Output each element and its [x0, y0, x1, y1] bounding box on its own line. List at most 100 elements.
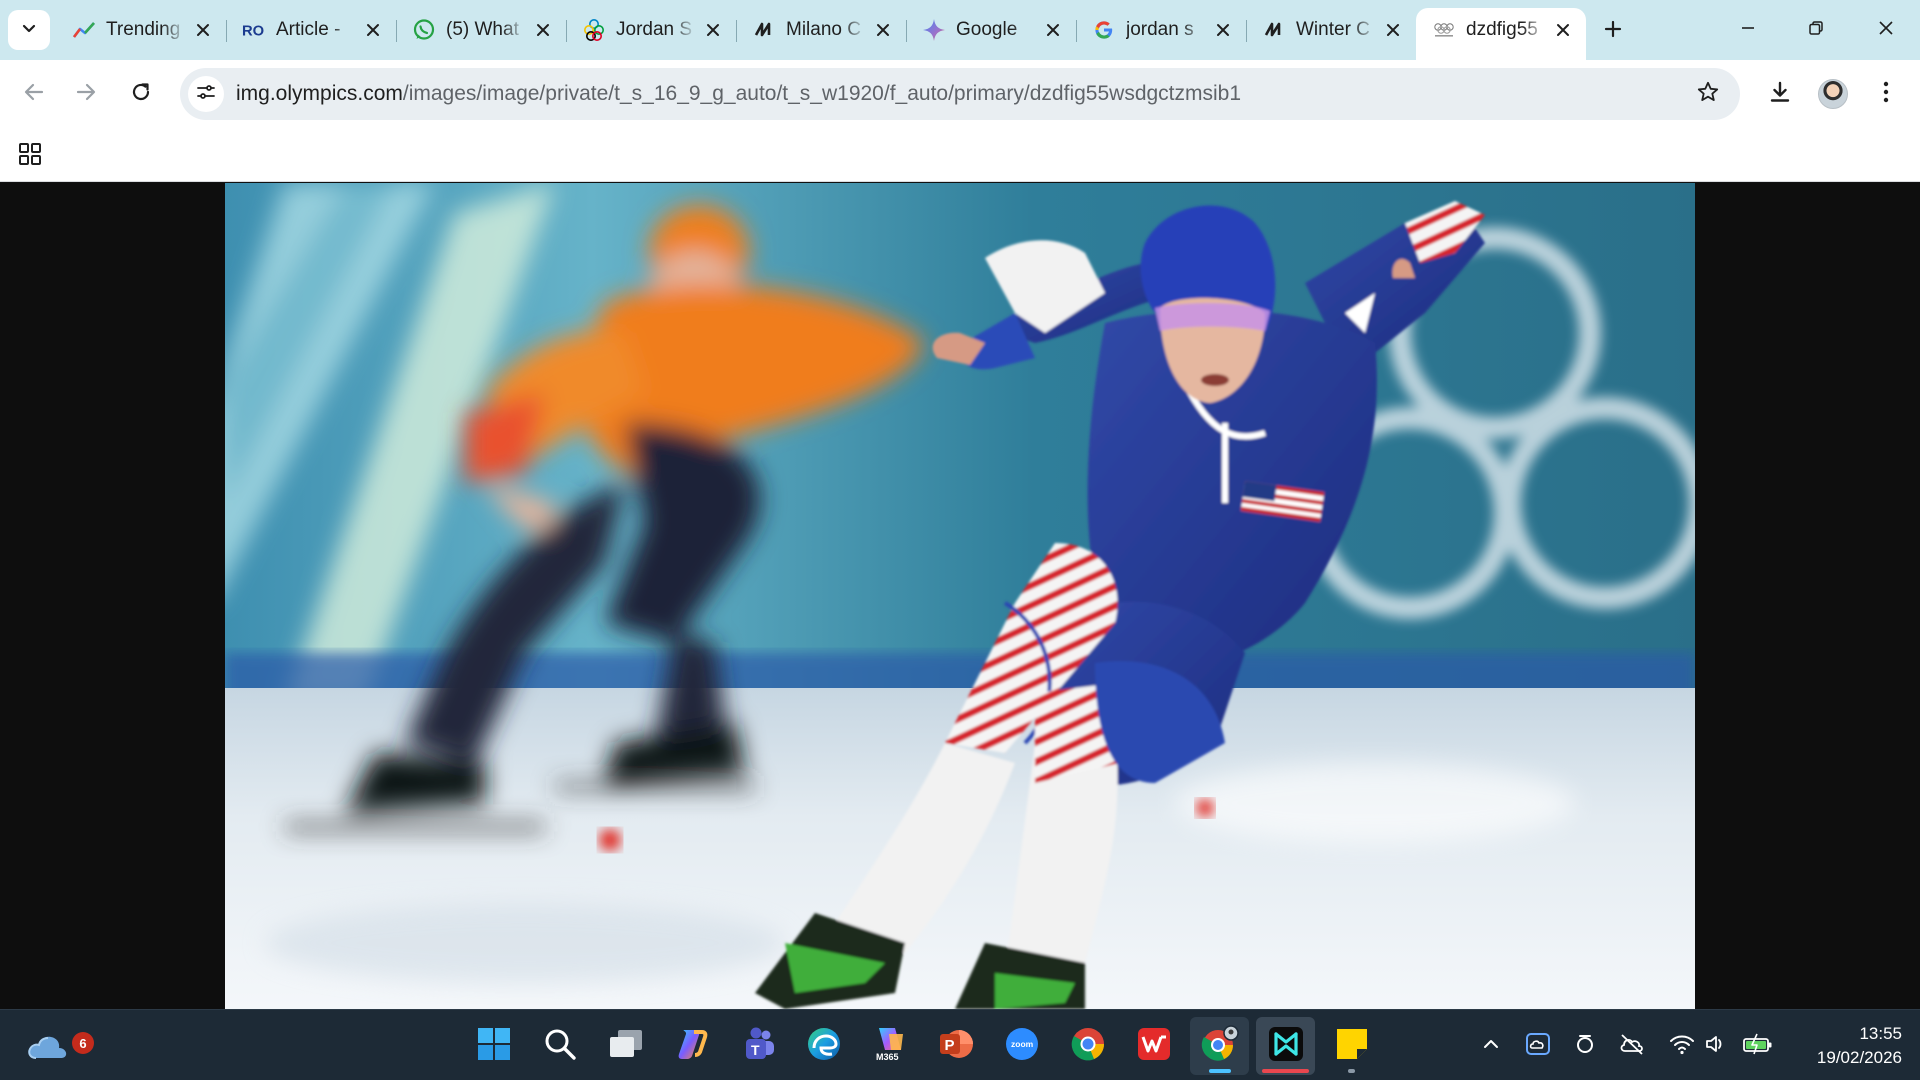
teams-icon: T — [740, 1026, 776, 1067]
location-icon — [1574, 1032, 1596, 1061]
chrome-button[interactable] — [1058, 1017, 1117, 1075]
gemini-icon — [922, 18, 946, 42]
zoom-icon: zoom — [1004, 1026, 1040, 1067]
close-icon[interactable] — [532, 19, 554, 41]
task-view-button[interactable] — [596, 1017, 655, 1075]
task-view-icon — [608, 1028, 644, 1065]
wifi-tray-button[interactable] — [1664, 1024, 1700, 1068]
url-text[interactable]: img.olympics.com/images/image/private/t_… — [236, 82, 1241, 106]
close-icon[interactable] — [1552, 19, 1574, 41]
tab-whatsapp[interactable]: (5) What — [396, 8, 566, 52]
avatar — [1818, 79, 1848, 109]
location-tray-button[interactable] — [1567, 1024, 1603, 1068]
start-button[interactable] — [464, 1017, 523, 1075]
cloud-icon — [26, 1036, 70, 1072]
reload-button[interactable] — [121, 74, 161, 114]
volume-tray-button[interactable] — [1698, 1024, 1734, 1068]
edge-icon — [806, 1026, 842, 1067]
close-icon[interactable] — [1212, 19, 1234, 41]
battery-tray-button[interactable] — [1740, 1024, 1776, 1068]
tab-title: Jordan S — [616, 19, 693, 40]
tab-title: Trending — [106, 19, 181, 40]
cloud-sync-icon — [1525, 1032, 1551, 1061]
wps-office-button[interactable] — [1124, 1017, 1183, 1075]
clock-time: 13:55 — [1859, 1024, 1902, 1043]
tab-dzdfig55-active[interactable]: dzdfig55 — [1416, 8, 1586, 60]
windows-start-icon — [477, 1027, 511, 1066]
clock-date: 19/02/2026 — [1816, 1048, 1902, 1067]
downloads-button[interactable] — [1760, 74, 1800, 114]
address-bar[interactable]: img.olympics.com/images/image/private/t_… — [180, 68, 1740, 120]
teams-button[interactable]: T — [728, 1017, 787, 1075]
wifi-icon — [1669, 1033, 1695, 1060]
tab-search-button[interactable] — [8, 10, 50, 50]
onedrive-tray-button[interactable] — [1520, 1024, 1556, 1068]
tune-icon — [196, 82, 216, 107]
tab-title: Milano C — [786, 19, 861, 40]
close-icon[interactable] — [362, 19, 384, 41]
reload-icon — [130, 81, 152, 108]
taskbar-search-button[interactable] — [530, 1017, 589, 1075]
close-window-button[interactable] — [1860, 8, 1912, 52]
tab-title: Winter C — [1296, 19, 1370, 40]
svg-text:zoom: zoom — [1011, 1039, 1034, 1049]
bookmark-star-button[interactable] — [1694, 80, 1722, 108]
capcut-icon — [1268, 1026, 1304, 1067]
search-icon — [543, 1027, 577, 1066]
tab-strip: Trending RO Article - (5) What Jordan S — [0, 0, 1920, 60]
powerpoint-button[interactable]: P — [926, 1017, 985, 1075]
cloud-off-tray-button[interactable] — [1614, 1024, 1650, 1068]
speed-skating-photo[interactable] — [225, 183, 1695, 1009]
whatsapp-icon — [412, 18, 436, 42]
site-info-button[interactable] — [188, 76, 224, 112]
edge-button[interactable] — [794, 1017, 853, 1075]
olympics-favicon-icon — [1432, 18, 1456, 42]
star-icon — [1696, 80, 1720, 109]
tab-winter[interactable]: Winter C — [1246, 8, 1416, 52]
tab-jordan-olympics[interactable]: Jordan S — [566, 8, 736, 52]
bookmarks-bar — [0, 128, 1920, 182]
tab-trending[interactable]: Trending — [56, 8, 226, 52]
close-icon[interactable] — [1042, 19, 1064, 41]
image-viewport — [0, 183, 1920, 1009]
m365-button[interactable]: M365 — [860, 1017, 919, 1075]
speaker-icon — [1704, 1033, 1728, 1060]
back-button[interactable] — [14, 74, 54, 114]
taskbar-apps: T M365 P zoom — [464, 1017, 1381, 1075]
profile-button[interactable] — [1813, 74, 1853, 114]
browser-toolbar: img.olympics.com/images/image/private/t_… — [0, 60, 1920, 128]
chevron-up-icon — [1482, 1035, 1500, 1058]
apps-button[interactable] — [14, 140, 46, 172]
close-icon[interactable] — [192, 19, 214, 41]
tab-list: Trending RO Article - (5) What Jordan S — [56, 8, 1586, 60]
new-tab-button[interactable] — [1596, 14, 1630, 48]
tab-article[interactable]: RO Article - — [226, 8, 396, 52]
weather-widget[interactable]: 6 — [26, 1024, 94, 1068]
powerpoint-icon: P — [938, 1026, 974, 1067]
close-icon[interactable] — [1382, 19, 1404, 41]
copilot-button[interactable] — [662, 1017, 721, 1075]
chrome-profile-icon — [1200, 1024, 1240, 1068]
show-hidden-icons-button[interactable] — [1473, 1024, 1509, 1068]
ro-logo-icon: RO — [242, 18, 266, 42]
chrome-profile-button[interactable] — [1190, 1017, 1249, 1075]
more-vertical-icon — [1882, 81, 1890, 108]
close-icon[interactable] — [872, 19, 894, 41]
minimize-button[interactable] — [1722, 8, 1774, 52]
forward-button[interactable] — [66, 74, 106, 114]
capcut-button[interactable] — [1256, 1017, 1315, 1075]
tab-title: dzdfig55 — [1466, 19, 1538, 40]
zoom-button[interactable]: zoom — [992, 1017, 1051, 1075]
system-clock[interactable]: 13:55 19/02/2026 — [1786, 1022, 1902, 1070]
restore-icon — [1808, 20, 1824, 41]
minimize-icon — [1740, 20, 1756, 41]
tab-google-gemini[interactable]: Google — [906, 8, 1076, 52]
url-host: img.olympics.com — [236, 82, 403, 105]
menu-button[interactable] — [1866, 74, 1906, 114]
sticky-notes-icon — [1335, 1027, 1369, 1066]
close-icon[interactable] — [702, 19, 724, 41]
tab-milano[interactable]: Milano C — [736, 8, 906, 52]
tab-google-search[interactable]: jordan s — [1076, 8, 1246, 52]
sticky-notes-button[interactable] — [1322, 1017, 1381, 1075]
restore-button[interactable] — [1790, 8, 1842, 52]
